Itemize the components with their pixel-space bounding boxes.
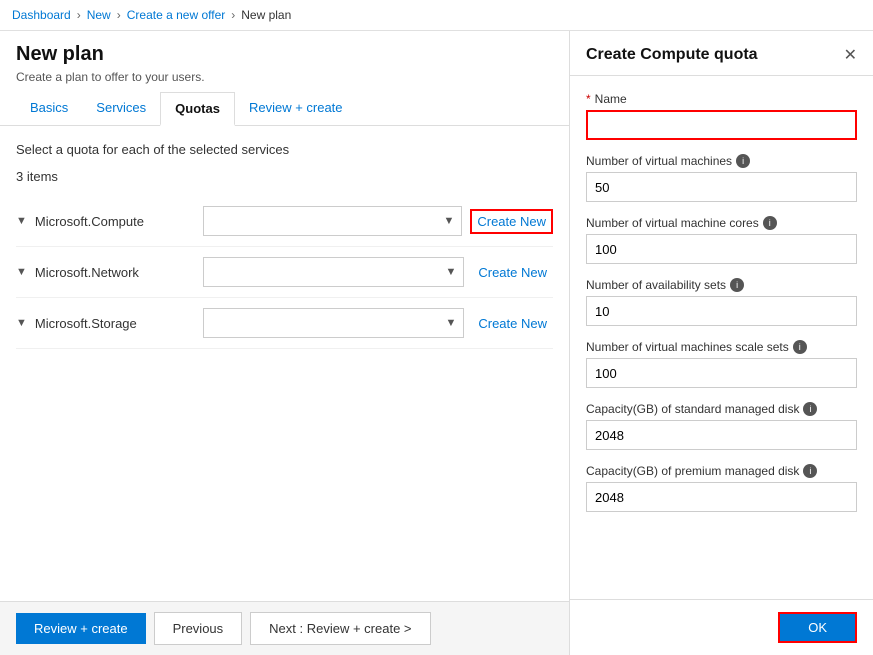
field-label-vm-scale-sets: Number of virtual machines scale sets i (586, 340, 857, 354)
breadcrumb: Dashboard › New › Create a new offer › N… (0, 0, 873, 31)
breadcrumb-create-new-offer[interactable]: Create a new offer (127, 8, 226, 22)
panel-content: * Name Number of virtual machines i Numb… (570, 76, 873, 599)
service-name-network: Microsoft.Network (35, 265, 195, 280)
field-group-prem-managed-disk: Capacity(GB) of premium managed disk i (586, 464, 857, 512)
vm-count-input[interactable] (586, 172, 857, 202)
field-group-vm-scale-sets: Number of virtual machines scale sets i (586, 340, 857, 388)
service-row-compute: ▼ Microsoft.Compute ▼ Create New (16, 196, 553, 247)
prem-managed-disk-input[interactable] (586, 482, 857, 512)
label-text-prem-managed-disk: Capacity(GB) of premium managed disk (586, 464, 799, 478)
field-group-std-managed-disk: Capacity(GB) of standard managed disk i (586, 402, 857, 450)
label-text-std-managed-disk: Capacity(GB) of standard managed disk (586, 402, 799, 416)
create-new-compute-button[interactable]: Create New (470, 209, 553, 234)
ok-button[interactable]: OK (778, 612, 857, 643)
compute-quota-select[interactable] (203, 206, 462, 236)
label-text-vm-count: Number of virtual machines (586, 154, 732, 168)
field-label-vm-cores: Number of virtual machine cores i (586, 216, 857, 230)
field-group-name: * Name (586, 92, 857, 140)
availability-sets-input[interactable] (586, 296, 857, 326)
field-group-availability-sets: Number of availability sets i (586, 278, 857, 326)
instruction-label: Select a quota for each of the selected … (16, 142, 553, 157)
close-button[interactable]: ✕ (844, 45, 857, 65)
page-header: New plan Create a plan to offer to your … (0, 31, 569, 92)
service-dropdown-compute: ▼ (203, 206, 462, 236)
create-new-network-button[interactable]: Create New (472, 261, 553, 284)
previous-button[interactable]: Previous (154, 612, 243, 645)
items-count: 3 items (16, 169, 553, 184)
breadcrumb-new[interactable]: New (87, 8, 111, 22)
panel-title: Create Compute quota (586, 46, 758, 64)
service-name-compute: Microsoft.Compute (35, 214, 195, 229)
info-icon-vm-scale-sets[interactable]: i (793, 340, 807, 354)
field-group-vm-cores: Number of virtual machine cores i (586, 216, 857, 264)
service-dropdown-network: ▼ (203, 257, 464, 287)
panel-header: Create Compute quota ✕ (570, 31, 873, 76)
service-row-network: ▼ Microsoft.Network ▼ Create New (16, 247, 553, 298)
field-group-vm-count: Number of virtual machines i (586, 154, 857, 202)
service-dropdown-storage: ▼ (203, 308, 464, 338)
required-star-name: * (586, 92, 591, 106)
page-subtitle: Create a plan to offer to your users. (16, 70, 553, 84)
chevron-icon-compute[interactable]: ▼ (16, 215, 27, 227)
label-text-vm-scale-sets: Number of virtual machines scale sets (586, 340, 789, 354)
info-icon-prem-managed-disk[interactable]: i (803, 464, 817, 478)
chevron-icon-network[interactable]: ▼ (16, 266, 27, 278)
field-label-availability-sets: Number of availability sets i (586, 278, 857, 292)
content-area: Select a quota for each of the selected … (0, 126, 569, 601)
storage-quota-select[interactable] (203, 308, 464, 338)
info-icon-availability-sets[interactable]: i (730, 278, 744, 292)
page-title: New plan (16, 43, 553, 66)
field-label-vm-count: Number of virtual machines i (586, 154, 857, 168)
bottom-bar: Review + create Previous Next : Review +… (0, 601, 569, 655)
std-managed-disk-input[interactable] (586, 420, 857, 450)
review-create-button[interactable]: Review + create (16, 613, 146, 644)
info-icon-vm-count[interactable]: i (736, 154, 750, 168)
vm-cores-input[interactable] (586, 234, 857, 264)
service-name-storage: Microsoft.Storage (35, 316, 195, 331)
field-label-prem-managed-disk: Capacity(GB) of premium managed disk i (586, 464, 857, 478)
chevron-icon-storage[interactable]: ▼ (16, 317, 27, 329)
network-quota-select[interactable] (203, 257, 464, 287)
vm-scale-sets-input[interactable] (586, 358, 857, 388)
tab-quotas[interactable]: Quotas (160, 92, 235, 126)
label-text-availability-sets: Number of availability sets (586, 278, 726, 292)
right-panel: Create Compute quota ✕ * Name Number of … (570, 31, 873, 655)
create-new-storage-button[interactable]: Create New (472, 312, 553, 335)
left-panel: New plan Create a plan to offer to your … (0, 31, 570, 655)
tab-bar: Basics Services Quotas Review + create (0, 92, 569, 126)
breadcrumb-current: New plan (241, 8, 291, 22)
tab-review-create[interactable]: Review + create (235, 92, 357, 126)
field-label-std-managed-disk: Capacity(GB) of standard managed disk i (586, 402, 857, 416)
tab-basics[interactable]: Basics (16, 92, 82, 126)
breadcrumb-dashboard[interactable]: Dashboard (12, 8, 71, 22)
field-label-name: * Name (586, 92, 857, 106)
service-row-storage: ▼ Microsoft.Storage ▼ Create New (16, 298, 553, 349)
name-input[interactable] (586, 110, 857, 140)
panel-footer: OK (570, 599, 873, 655)
label-text-name: Name (595, 92, 627, 106)
next-button[interactable]: Next : Review + create > (250, 612, 430, 645)
label-text-vm-cores: Number of virtual machine cores (586, 216, 759, 230)
info-icon-vm-cores[interactable]: i (763, 216, 777, 230)
tab-services[interactable]: Services (82, 92, 160, 126)
info-icon-std-managed-disk[interactable]: i (803, 402, 817, 416)
